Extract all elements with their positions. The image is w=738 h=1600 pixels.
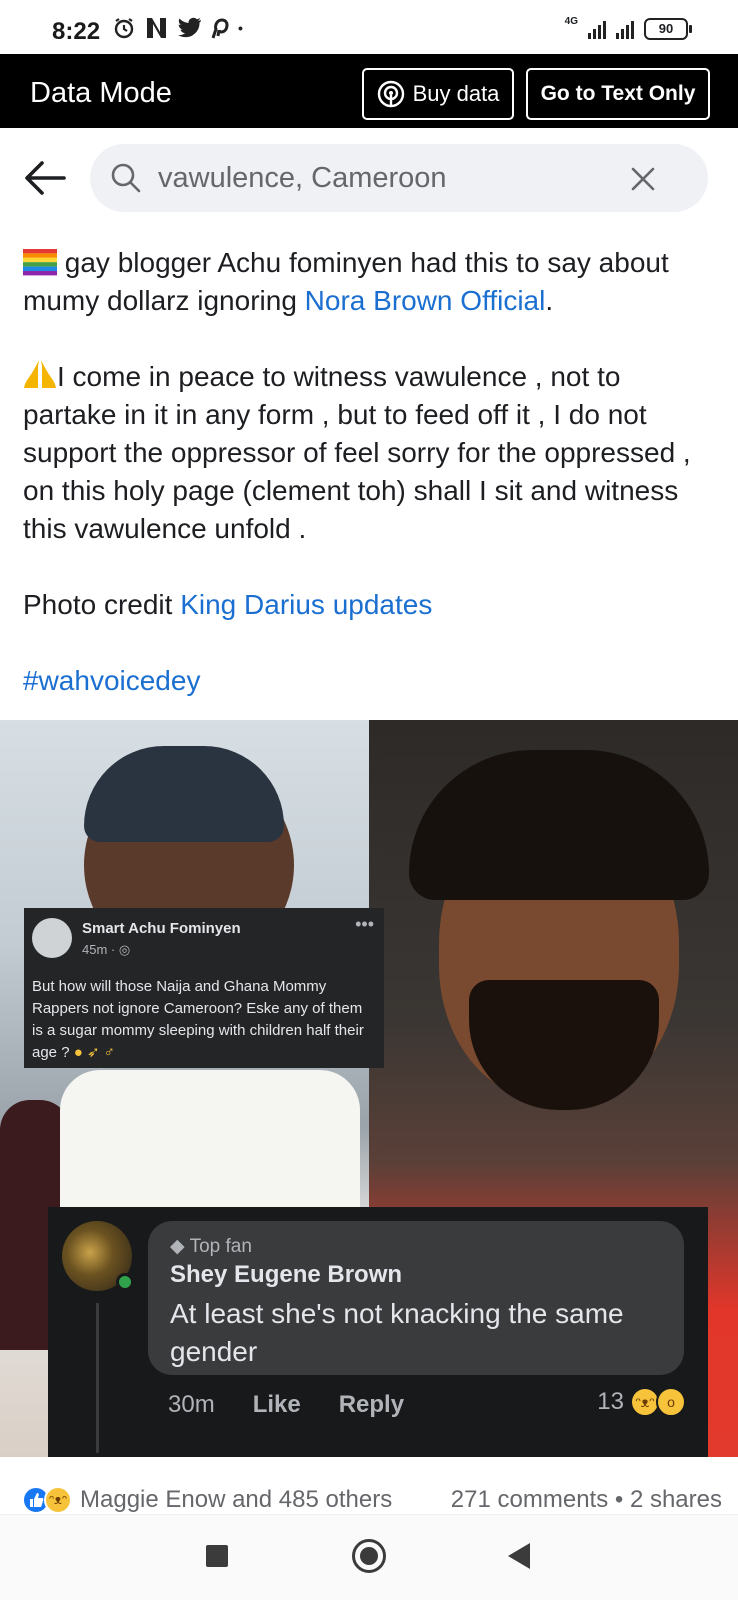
rainbow-flag-icon	[23, 249, 57, 276]
more-icon: •••	[355, 914, 374, 934]
home-icon[interactable]	[352, 1539, 386, 1573]
buy-data-label: Buy data	[412, 81, 500, 106]
comment-text: At least she's not knacking the same gen…	[170, 1298, 624, 1367]
globe-icon: ◎	[118, 942, 131, 957]
post-image[interactable]: Smart Achu Fominyen 45m · ◎ ••• But how …	[0, 720, 738, 1457]
beard-shape	[469, 980, 659, 1110]
avatar	[32, 918, 72, 958]
comment-bubble: ◆ Top fan Shey Eugene Brown At least she…	[148, 1221, 684, 1375]
hashtag-link[interactable]: #wahvoicedey	[23, 665, 200, 696]
reactions-summary[interactable]: ᵔᴥᵔ Maggie Enow and 485 others 271 comme…	[22, 1486, 722, 1514]
system-icons: 4G 90	[564, 15, 692, 40]
embedded-post-author: Smart Achu Fominyen	[82, 920, 241, 937]
system-nav-bar	[0, 1514, 738, 1600]
comment-reaction-count: 13	[597, 1388, 624, 1415]
status-bar: 8:22 • 4G 90	[0, 0, 738, 54]
signal-icon	[588, 19, 606, 39]
hashtag-row: #wahvoicedey	[23, 662, 713, 700]
embedded-post-card: Smart Achu Fominyen 45m · ◎ ••• But how …	[24, 908, 384, 1068]
post-paragraph-1: gay blogger Achu fominyen had this to sa…	[23, 244, 713, 320]
shirt-shape	[60, 1070, 360, 1220]
hair-shape	[409, 750, 709, 900]
cap-shape	[84, 746, 284, 842]
post-body: gay blogger Achu fominyen had this to sa…	[23, 244, 713, 738]
data-mode-bar: Data Mode Buy data Go to Text Only	[0, 54, 738, 128]
post-line-1-end: .	[545, 285, 554, 316]
data-mode-title: Data Mode	[30, 77, 172, 109]
photo-credit: Photo credit King Darius updates	[23, 586, 713, 624]
comment-like-label: Like	[252, 1391, 301, 1418]
go-to-text-only-button[interactable]: Go to Text Only	[526, 68, 710, 120]
network-type: 4G	[564, 15, 578, 27]
wow-icon: o	[656, 1387, 686, 1417]
post-paragraph-2: I come in peace to witness vawulence , n…	[23, 358, 713, 548]
nora-brown-link[interactable]: Nora Brown Official	[305, 285, 546, 316]
netflix-icon	[147, 18, 166, 38]
broadcast-icon	[377, 80, 404, 108]
embedded-post-time: 45m · ◎	[82, 942, 130, 958]
comment-time: 30m	[168, 1391, 215, 1418]
embedded-post-time-text: 45m ·	[82, 942, 116, 957]
back-arrow-icon[interactable]	[22, 156, 68, 200]
comments-shares-text[interactable]: 271 comments • 2 shares	[451, 1486, 722, 1514]
comment-author: Shey Eugene Brown	[170, 1261, 403, 1288]
comment-reactions: 13 ᵔᴥᵔ o	[597, 1387, 686, 1417]
online-status-icon	[116, 1273, 134, 1291]
dot-icon: •	[238, 20, 243, 36]
embedded-comment: ◆ Top fan Shey Eugene Brown At least she…	[48, 1207, 708, 1457]
twitter-icon	[178, 17, 201, 38]
top-fan-label: Top fan	[189, 1236, 252, 1257]
diamond-icon: ◆	[170, 1236, 190, 1257]
top-fan-badge: ◆ Top fan	[170, 1235, 252, 1258]
thread-line	[96, 1303, 99, 1453]
comment-reply-label: Reply	[338, 1391, 405, 1418]
search-icon	[111, 163, 141, 193]
status-time: 8:22	[52, 18, 101, 45]
emoji-icons: ● ➶ ♂	[73, 1044, 115, 1061]
battery-icon: 90	[644, 18, 692, 40]
notification-icons: •	[112, 16, 243, 40]
post-paragraph-2-text: I come in peace to witness vawulence , n…	[23, 361, 691, 544]
alarm-icon	[114, 18, 134, 39]
haha-icon: ᵔᴥᵔ	[44, 1486, 72, 1514]
embedded-post-text: But how will those Naija and Ghana Mommy…	[32, 976, 377, 1064]
signal-icon-2	[616, 19, 634, 39]
reactors-text[interactable]: Maggie Enow and 485 others	[80, 1486, 392, 1514]
king-darius-link[interactable]: King Darius updates	[180, 589, 432, 620]
recent-apps-icon[interactable]	[206, 1545, 228, 1567]
back-icon[interactable]	[508, 1543, 530, 1569]
photo-credit-label: Photo credit	[23, 589, 181, 620]
praying-hands-icon	[24, 360, 56, 388]
text-only-label: Go to Text Only	[540, 82, 696, 105]
pinterest-icon	[211, 18, 229, 39]
search-input[interactable]: vawulence, Cameroon	[90, 144, 708, 212]
buy-data-button[interactable]: Buy data	[362, 68, 514, 120]
search-query: vawulence, Cameroon	[158, 162, 447, 194]
comment-actions: 30m Like Reply	[168, 1391, 404, 1419]
close-icon[interactable]	[630, 166, 656, 192]
